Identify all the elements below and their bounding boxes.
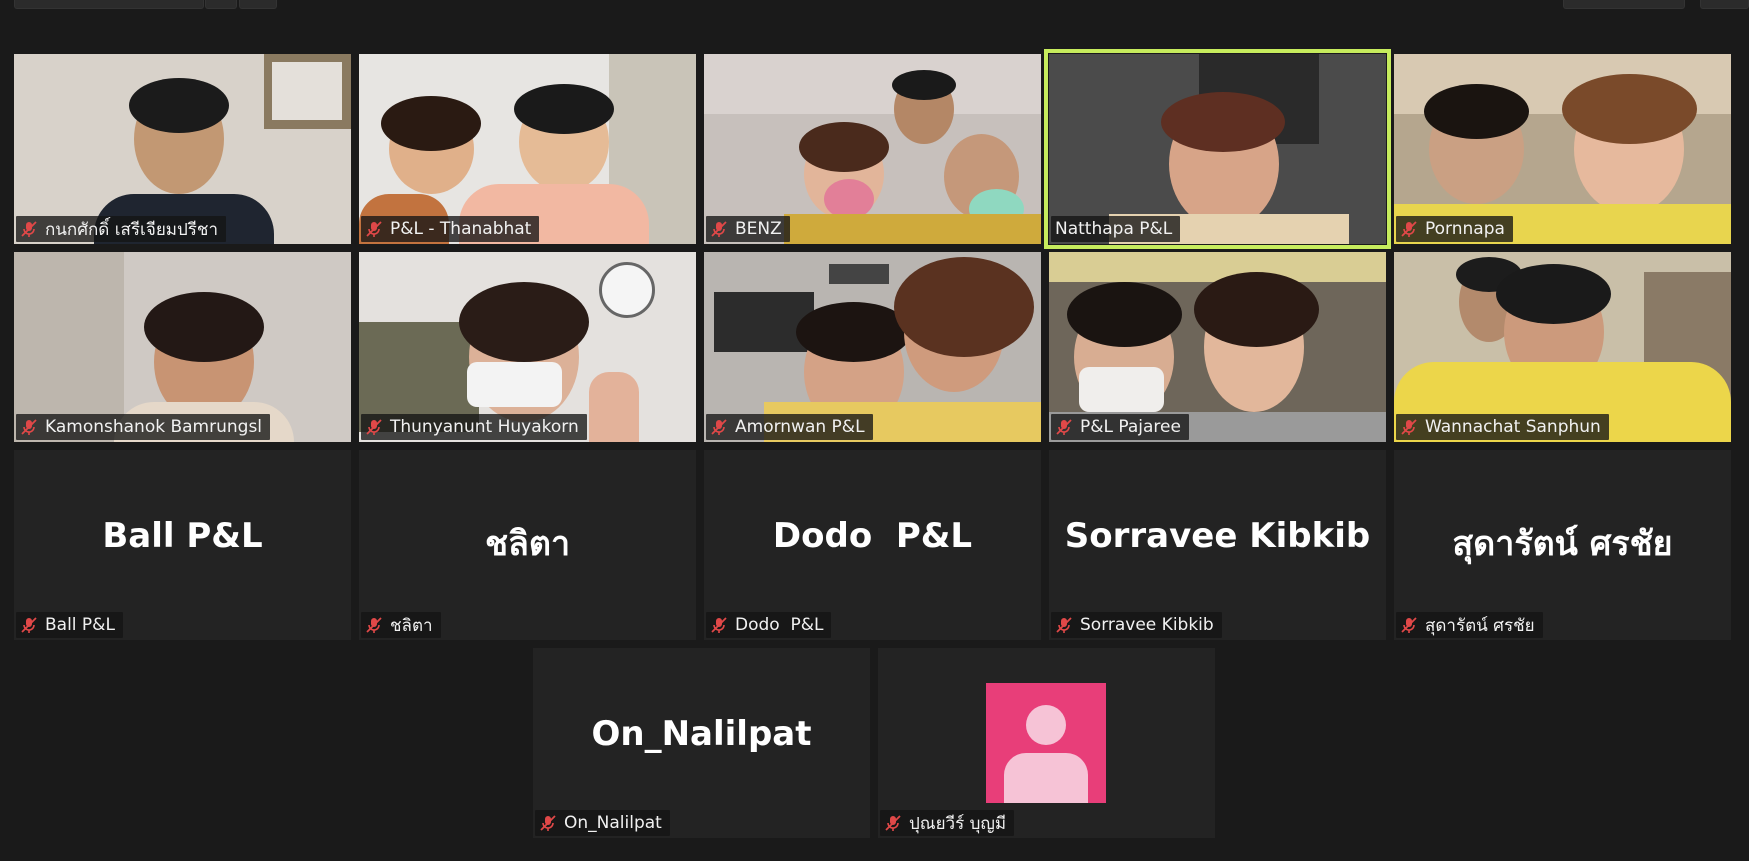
participant-nametag: ปุณยวีร์ บุญมี bbox=[880, 810, 1015, 836]
mic-off-icon bbox=[366, 419, 382, 435]
participant-tile[interactable]: P&L - Thanabhat bbox=[359, 54, 696, 244]
participant-tile[interactable]: On_Nalilpat On_Nalilpat bbox=[533, 648, 870, 838]
participant-name: Thunyanunt Huyakorn bbox=[390, 417, 579, 437]
mic-off-icon bbox=[711, 419, 727, 435]
mic-off-icon bbox=[366, 617, 382, 633]
participant-name: Natthapa P&L bbox=[1055, 219, 1173, 239]
participant-name: Dodo P&L bbox=[735, 615, 824, 635]
mic-off-icon bbox=[1056, 617, 1072, 633]
participant-nametag: Natthapa P&L bbox=[1051, 216, 1181, 242]
participant-nametag: P&L - Thanabhat bbox=[361, 216, 540, 242]
participant-display-name: Ball P&L bbox=[102, 516, 263, 556]
participant-tile[interactable]: กนกศักดิ์ เสรีเจียมปรีชา bbox=[14, 54, 351, 244]
participant-name: ปุณยวีร์ บุญมี bbox=[909, 813, 1007, 834]
participant-name: สุดารัตน์ ศรชัย bbox=[1425, 615, 1535, 636]
mic-off-icon bbox=[21, 221, 37, 237]
participant-display-name: สุดารัตน์ ศรชัย bbox=[1452, 524, 1673, 564]
participant-tile[interactable]: P&L Pajaree bbox=[1049, 252, 1386, 442]
participant-name: P&L - Thanabhat bbox=[390, 219, 532, 239]
participant-nametag: Thunyanunt Huyakorn bbox=[361, 414, 587, 440]
mic-off-icon bbox=[366, 221, 382, 237]
participant-name: Amornwan P&L bbox=[735, 417, 865, 437]
participant-nametag: Ball P&L bbox=[16, 612, 123, 638]
participant-tile[interactable]: Thunyanunt Huyakorn bbox=[359, 252, 696, 442]
participant-tile[interactable]: ปุณยวีร์ บุญมี bbox=[878, 648, 1215, 838]
participant-tile[interactable]: Dodo P&L Dodo P&L bbox=[704, 450, 1041, 640]
participant-name: ชลิตา bbox=[390, 615, 433, 636]
participant-nametag: BENZ bbox=[706, 216, 790, 242]
participant-tile[interactable]: สุดารัตน์ ศรชัย สุดารัตน์ ศรชัย bbox=[1394, 450, 1731, 640]
participant-name: กนกศักดิ์ เสรีเจียมปรีชา bbox=[45, 219, 218, 240]
participant-nametag: ชลิตา bbox=[361, 612, 441, 638]
mic-off-icon bbox=[21, 617, 37, 633]
participant-tile[interactable]: Sorravee Kibkib Sorravee Kibkib bbox=[1049, 450, 1386, 640]
mic-off-icon bbox=[711, 221, 727, 237]
mic-off-icon bbox=[1401, 221, 1417, 237]
participant-name: Sorravee Kibkib bbox=[1080, 615, 1214, 635]
participant-nametag: Amornwan P&L bbox=[706, 414, 873, 440]
participant-nametag: Pornnapa bbox=[1396, 216, 1513, 242]
participant-nametag: P&L Pajaree bbox=[1051, 414, 1189, 440]
participant-nametag: Wannachat Sanphun bbox=[1396, 414, 1609, 440]
mic-off-icon bbox=[1401, 617, 1417, 633]
participant-tile[interactable]: Kamonshanok Bamrungsl bbox=[14, 252, 351, 442]
participant-tile[interactable]: Amornwan P&L bbox=[704, 252, 1041, 442]
participant-display-name: Sorravee Kibkib bbox=[1064, 516, 1371, 556]
participant-nametag: On_Nalilpat bbox=[535, 810, 670, 836]
participant-display-name: On_Nalilpat bbox=[591, 714, 812, 754]
mic-off-icon bbox=[540, 815, 556, 831]
participant-nametag: สุดารัตน์ ศรชัย bbox=[1396, 612, 1543, 638]
participant-name: Kamonshanok Bamrungsl bbox=[45, 417, 263, 437]
participant-tile[interactable]: Pornnapa bbox=[1394, 54, 1731, 244]
participant-tile[interactable]: BENZ bbox=[704, 54, 1041, 244]
participant-name: Pornnapa bbox=[1425, 219, 1505, 239]
mic-off-icon bbox=[1401, 419, 1417, 435]
person-avatar-icon bbox=[986, 683, 1106, 803]
participant-display-name: Dodo P&L bbox=[772, 516, 973, 556]
participant-nametag: Sorravee Kibkib bbox=[1051, 612, 1222, 638]
participant-nametag: Dodo P&L bbox=[706, 612, 832, 638]
participant-name: P&L Pajaree bbox=[1080, 417, 1181, 437]
mic-off-icon bbox=[1056, 419, 1072, 435]
participant-tile[interactable]: Ball P&L Ball P&L bbox=[14, 450, 351, 640]
participant-name: On_Nalilpat bbox=[564, 813, 662, 833]
mic-off-icon bbox=[21, 419, 37, 435]
participant-name: Ball P&L bbox=[45, 615, 115, 635]
participant-tile[interactable]: ชลิตา ชลิตา bbox=[359, 450, 696, 640]
participant-name: BENZ bbox=[735, 219, 782, 239]
mic-off-icon bbox=[885, 815, 901, 831]
participant-nametag: Kamonshanok Bamrungsl bbox=[16, 414, 271, 440]
participant-tile-active-speaker[interactable]: Natthapa P&L bbox=[1044, 49, 1391, 249]
participant-nametag: กนกศักดิ์ เสรีเจียมปรีชา bbox=[16, 216, 226, 242]
gallery-grid: กนกศักดิ์ เสรีเจียมปรีชา P&L - Thanabhat bbox=[0, 0, 1749, 861]
participant-display-name: ชลิตา bbox=[484, 524, 571, 564]
participant-tile[interactable]: Wannachat Sanphun bbox=[1394, 252, 1731, 442]
participant-name: Wannachat Sanphun bbox=[1425, 417, 1601, 437]
mic-off-icon bbox=[711, 617, 727, 633]
